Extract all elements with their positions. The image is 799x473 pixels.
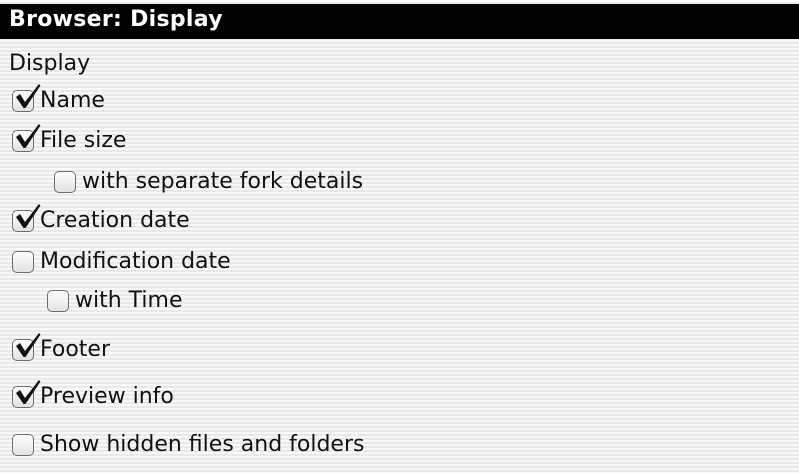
- checkmark-icon: [16, 380, 41, 404]
- checkbox-with-time[interactable]: [47, 290, 69, 312]
- option-label: Name: [40, 88, 105, 113]
- option-name[interactable]: Name: [12, 84, 105, 116]
- checkbox-preview-info[interactable]: [12, 380, 41, 408]
- option-creation-date[interactable]: Creation date: [12, 204, 190, 236]
- option-label: with Time: [75, 288, 183, 313]
- option-label: Footer: [40, 337, 110, 362]
- checkbox-fork-details[interactable]: [54, 171, 76, 193]
- option-label: Show hidden files and folders: [40, 432, 365, 457]
- checkbox-footer[interactable]: [12, 333, 41, 361]
- checkmark-icon: [16, 333, 41, 357]
- option-show-hidden[interactable]: Show hidden files and folders: [12, 430, 364, 460]
- checkbox-name[interactable]: [12, 84, 41, 112]
- checkbox-show-hidden[interactable]: [12, 434, 34, 456]
- checkbox-modification-date[interactable]: [12, 251, 34, 273]
- option-label: File size: [40, 128, 127, 153]
- option-fork-details[interactable]: with separate fork details: [54, 167, 363, 197]
- option-file-size[interactable]: File size: [12, 124, 127, 156]
- option-footer[interactable]: Footer: [12, 333, 110, 365]
- checkmark-icon: [16, 124, 41, 148]
- option-label: Preview info: [40, 384, 174, 409]
- checkbox-file-size[interactable]: [12, 124, 41, 152]
- checkmark-icon: [16, 204, 41, 228]
- option-label: with separate fork details: [82, 169, 364, 194]
- title-bar: Browser: Display: [0, 4, 799, 39]
- option-preview-info[interactable]: Preview info: [12, 380, 174, 412]
- option-with-time[interactable]: with Time: [47, 286, 183, 316]
- checkmark-icon: [16, 84, 41, 108]
- checkbox-creation-date[interactable]: [12, 204, 41, 232]
- option-label: Creation date: [40, 208, 190, 233]
- panel-title: Browser: Display: [9, 7, 223, 32]
- option-label: Modification date: [40, 249, 231, 274]
- option-modification-date[interactable]: Modification date: [12, 247, 231, 277]
- section-label-display: Display: [9, 51, 91, 76]
